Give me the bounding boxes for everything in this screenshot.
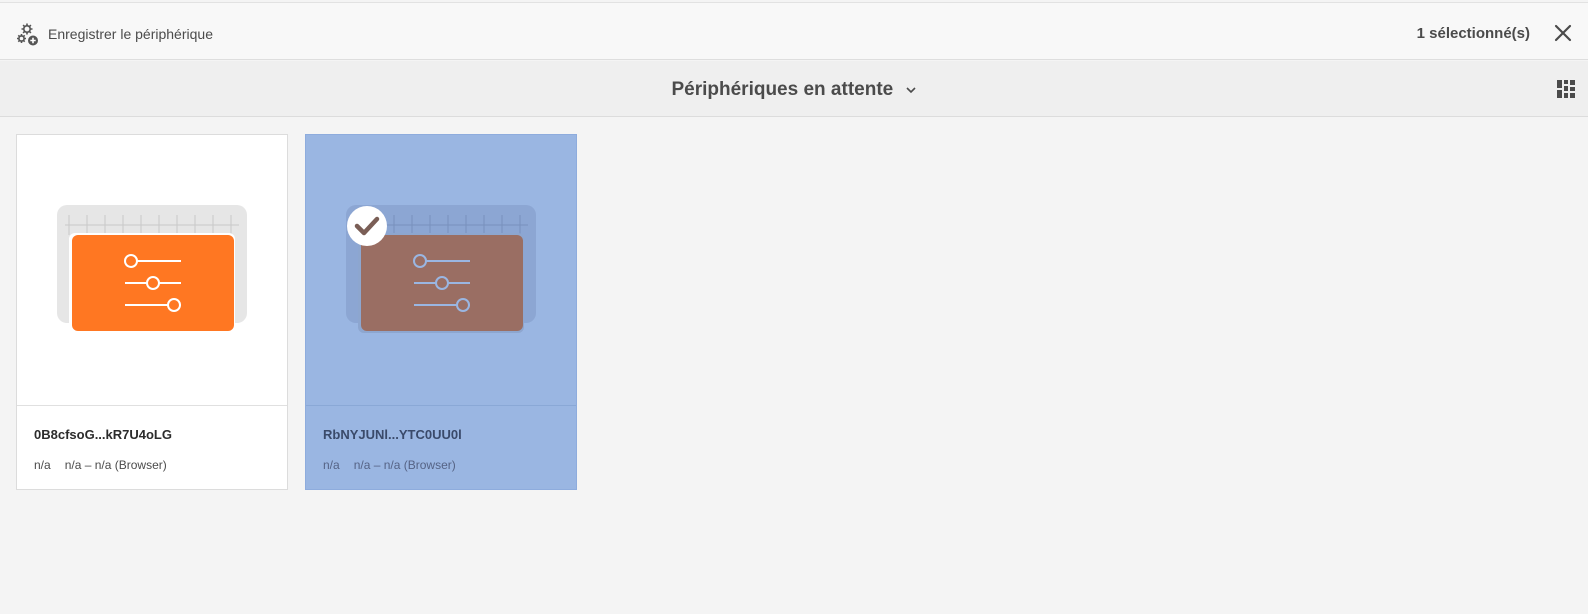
device-meta-browser: n/a – n/a (Browser) [353,458,456,472]
checkmark-icon [347,206,387,246]
top-toolbar: Enregistrer le périphérique 1 sélectionn… [0,2,1588,60]
device-thumbnail [17,135,287,406]
device-meta-browser: n/a – n/a (Browser) [64,458,167,472]
register-device-label: Enregistrer le périphérique [48,26,213,42]
view-header: Périphériques en attente [0,61,1588,117]
device-meta-status: n/a [323,458,340,472]
device-meta: n/a n/a – n/a (Browser) [323,458,456,472]
device-card-selected[interactable]: RbNYJUNl...YTC0UU0l n/a n/a – n/a (Browse… [305,134,577,490]
device-card[interactable]: 0B8cfsoG...kR7U4oLG n/a n/a – n/a (Browse… [16,134,288,490]
chevron-down-icon [905,87,916,94]
close-icon[interactable] [1552,22,1574,44]
grid-view-icon[interactable] [1556,79,1576,99]
device-settings-icon [57,205,247,333]
gear-plus-icon [17,23,38,46]
device-name: RbNYJUNl...YTC0UU0l [323,427,462,442]
register-device-button[interactable]: Enregistrer le périphérique [14,21,213,47]
device-meta-status: n/a [34,458,51,472]
device-meta: n/a n/a – n/a (Browser) [34,458,167,472]
view-switcher[interactable]: Périphériques en attente [0,79,1588,101]
view-title: Périphériques en attente [671,79,894,100]
device-thumbnail [306,135,576,406]
selection-count: 1 sélectionné(s) [1416,25,1530,42]
device-name: 0B8cfsoG...kR7U4oLG [34,427,172,442]
